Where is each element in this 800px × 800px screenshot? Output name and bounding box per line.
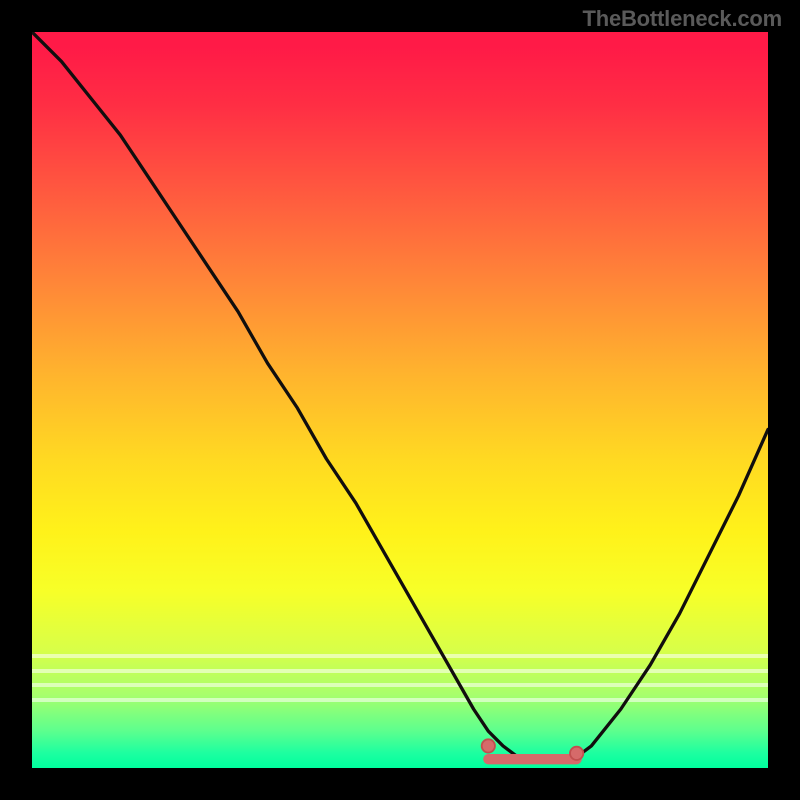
chart-frame: TheBottleneck.com: [0, 0, 800, 800]
marker-left: [482, 739, 495, 752]
marker-right: [570, 747, 583, 760]
curve-layer: [32, 32, 768, 768]
watermark-text: TheBottleneck.com: [582, 6, 782, 32]
plot-area: [32, 32, 768, 768]
bottleneck-curve: [32, 32, 768, 761]
